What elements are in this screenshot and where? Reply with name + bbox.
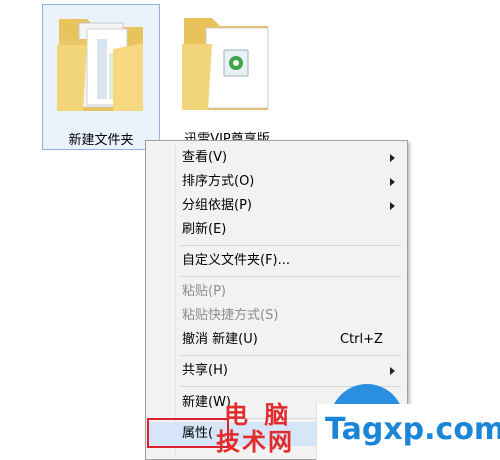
submenu-arrow-icon — [390, 178, 395, 186]
folder-new-folder[interactable]: 新建文件夹 — [42, 4, 160, 150]
watermark-line1: 电 脑 — [224, 401, 293, 429]
menu-item-label: 粘贴快捷方式(S) — [182, 308, 279, 323]
submenu-arrow-icon — [390, 202, 395, 210]
menu-separator — [180, 245, 401, 246]
menu-item-label: 共享(H) — [182, 363, 228, 378]
menu-item-sort-by[interactable]: 排序方式(O) — [148, 170, 405, 194]
menu-separator — [180, 355, 401, 356]
menu-separator — [180, 276, 401, 277]
menu-item-label: 撤消 新建(U) — [182, 332, 258, 347]
menu-item-shortcut: Ctrl+Z — [340, 332, 383, 347]
menu-item-group-by[interactable]: 分组依据(P) — [148, 194, 405, 218]
folder-icon — [182, 18, 269, 110]
menu-item-label: 分组依据(P) — [182, 198, 252, 213]
menu-item-share[interactable]: 共享(H) — [148, 359, 405, 383]
menu-item-label: 排序方式(O) — [182, 174, 255, 189]
menu-item-customize-folder[interactable]: 自定义文件夹(F)... — [148, 249, 405, 273]
menu-item-label: 刷新(E) — [182, 222, 227, 237]
watermark-line2: 技术网 — [216, 428, 294, 456]
submenu-arrow-icon — [390, 367, 395, 375]
menu-item-paste: 粘贴(P) — [148, 280, 405, 304]
watermark-site-text: Tagxp.com — [325, 412, 500, 447]
menu-item-refresh[interactable]: 刷新(E) — [148, 218, 405, 242]
menu-item-label: 粘贴(P) — [182, 284, 226, 299]
folder-icon — [57, 19, 143, 111]
menu-item-undo-new[interactable]: 撤消 新建(U) Ctrl+Z — [148, 328, 405, 352]
menu-item-view[interactable]: 查看(V) — [148, 146, 405, 170]
menu-item-label: 自定义文件夹(F)... — [182, 253, 291, 268]
submenu-arrow-icon — [390, 154, 395, 162]
folder-label: 新建文件夹 — [68, 133, 134, 148]
watermark-site: Tagxp.com — [316, 404, 500, 460]
menu-item-label: 查看(V) — [182, 150, 228, 165]
folder-xunlei-vip[interactable]: 迅雷VIP尊享版 — [172, 4, 282, 150]
menu-item-paste-shortcut: 粘贴快捷方式(S) — [148, 304, 405, 328]
